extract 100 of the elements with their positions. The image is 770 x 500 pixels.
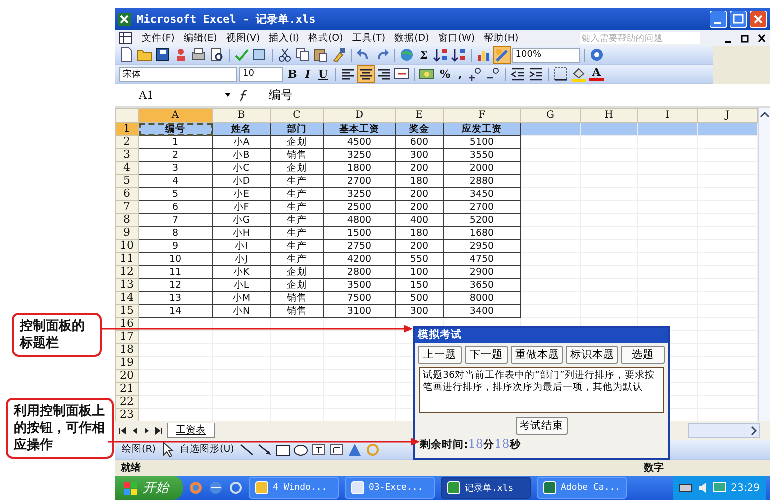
column-header[interactable]: A bbox=[138, 108, 212, 122]
menu-item[interactable]: 数据(D) bbox=[394, 32, 430, 44]
copy-icon[interactable] bbox=[295, 47, 311, 63]
fill-color-icon[interactable] bbox=[571, 66, 588, 82]
last-sheet-icon[interactable] bbox=[155, 426, 163, 434]
arrow-icon[interactable] bbox=[257, 442, 274, 458]
row-header[interactable]: 14 bbox=[116, 292, 138, 304]
menu-item[interactable]: 插入(I) bbox=[269, 32, 300, 44]
row-header[interactable]: 7 bbox=[116, 200, 138, 214]
end-exam-button[interactable]: 考试结束 bbox=[516, 417, 568, 435]
column-header[interactable]: B bbox=[212, 108, 270, 122]
cut-icon[interactable] bbox=[277, 47, 293, 63]
increase-decimal-icon[interactable] bbox=[467, 66, 484, 82]
row-header[interactable]: 3 bbox=[116, 148, 138, 162]
start-button[interactable]: 开始 bbox=[115, 476, 183, 500]
brush-icon[interactable] bbox=[331, 47, 347, 63]
autoshapes-menu[interactable]: 自选图形(U) bbox=[177, 443, 238, 456]
font-size-dropdown[interactable]: 10 bbox=[239, 66, 283, 82]
merge-center-icon[interactable] bbox=[394, 66, 410, 82]
row-header[interactable]: 8 bbox=[116, 214, 138, 226]
paste-icon[interactable] bbox=[313, 47, 329, 63]
row-header[interactable]: 5 bbox=[116, 174, 138, 188]
taskbar-button[interactable]: 记录单.xls bbox=[441, 477, 531, 499]
row-header[interactable]: 21 bbox=[116, 382, 138, 396]
name-box[interactable]: A1 bbox=[119, 88, 219, 102]
close-icon[interactable] bbox=[758, 32, 766, 44]
font-color-button[interactable]: A bbox=[589, 67, 604, 81]
row-header[interactable]: 4 bbox=[116, 162, 138, 174]
row-header[interactable]: 12 bbox=[116, 266, 138, 278]
print-icon[interactable] bbox=[191, 47, 207, 63]
font-dropdown[interactable]: 宋体 bbox=[119, 66, 237, 82]
line-icon[interactable] bbox=[239, 442, 256, 458]
row-header[interactable]: 13 bbox=[116, 278, 138, 292]
preview-icon[interactable] bbox=[209, 47, 225, 63]
decrease-indent-icon[interactable] bbox=[510, 66, 526, 82]
underline-button[interactable]: U bbox=[315, 68, 332, 80]
draw-menu[interactable]: 绘图(R) bbox=[119, 443, 160, 456]
row-header[interactable]: 2 bbox=[116, 136, 138, 148]
menu-item[interactable]: 帮助(H) bbox=[484, 32, 519, 44]
column-header[interactable]: C bbox=[270, 108, 324, 122]
horizontal-scrollbar[interactable] bbox=[688, 423, 760, 438]
function-icon[interactable] bbox=[237, 88, 249, 102]
sort-descending-icon[interactable] bbox=[450, 47, 467, 63]
column-header[interactable]: E bbox=[396, 108, 444, 122]
panel-button[interactable]: 下一题 bbox=[464, 346, 508, 364]
network-icon[interactable] bbox=[713, 481, 728, 495]
column-header[interactable]: G bbox=[520, 108, 580, 122]
borders-icon[interactable] bbox=[553, 66, 570, 82]
taskbar-button[interactable]: 4 Windo... bbox=[249, 477, 339, 499]
row-header[interactable]: 6 bbox=[116, 188, 138, 200]
row-header[interactable]: 23 bbox=[116, 408, 138, 422]
save-icon[interactable] bbox=[155, 47, 171, 63]
text-box-icon[interactable] bbox=[311, 442, 328, 458]
menu-item[interactable]: 文件(F) bbox=[142, 32, 175, 44]
row-header[interactable]: 9 bbox=[116, 226, 138, 240]
column-header[interactable]: I bbox=[638, 108, 698, 122]
row-header[interactable]: 19 bbox=[116, 356, 138, 370]
formula-field[interactable]: 编号 bbox=[269, 86, 293, 104]
workbook-icon[interactable] bbox=[119, 32, 133, 44]
percent-button[interactable]: % bbox=[437, 68, 454, 80]
row-header[interactable]: 1 bbox=[116, 122, 138, 136]
spellcheck-icon[interactable] bbox=[234, 47, 250, 63]
pointer-icon[interactable] bbox=[161, 442, 176, 458]
sheet-tab[interactable]: 工资表 bbox=[167, 423, 215, 438]
taskbar-button[interactable]: 03-Exce... bbox=[345, 477, 435, 499]
menu-item[interactable]: 窗口(W) bbox=[438, 32, 476, 44]
row-header[interactable]: 11 bbox=[116, 252, 138, 266]
vertical-text-box-icon[interactable] bbox=[329, 442, 346, 458]
italic-button[interactable]: I bbox=[302, 68, 314, 80]
maximize-icon[interactable] bbox=[730, 10, 747, 28]
zoom-dropdown[interactable]: 100% bbox=[512, 48, 580, 62]
panel-button[interactable]: 选题 bbox=[621, 346, 666, 364]
column-header[interactable]: D bbox=[324, 108, 396, 122]
scroll-right-icon[interactable] bbox=[749, 424, 759, 436]
menu-item[interactable]: 编辑(E) bbox=[184, 32, 218, 44]
comma-button[interactable]: , bbox=[456, 68, 466, 80]
panel-title-bar[interactable]: 模拟考试 bbox=[415, 328, 668, 343]
panel-button[interactable]: 重做本题 bbox=[511, 346, 564, 364]
menu-item[interactable]: 工具(T) bbox=[352, 32, 386, 44]
dropdown-arrow-icon[interactable] bbox=[225, 93, 231, 97]
row-header[interactable]: 10 bbox=[116, 240, 138, 252]
row-header[interactable]: 20 bbox=[116, 370, 138, 382]
previous-sheet-icon[interactable] bbox=[131, 426, 139, 434]
menu-item[interactable]: 格式(O) bbox=[308, 32, 344, 44]
row-header[interactable]: 15 bbox=[116, 304, 138, 318]
restore-icon[interactable] bbox=[741, 32, 749, 44]
row-header[interactable]: 17 bbox=[116, 330, 138, 344]
help-search-field[interactable]: 键入需要帮助的问题 bbox=[580, 32, 700, 44]
sort-ascending-icon[interactable] bbox=[432, 47, 449, 63]
align-center-icon[interactable] bbox=[358, 66, 374, 82]
menu-item[interactable]: 视图(V) bbox=[226, 32, 260, 44]
column-header[interactable]: F bbox=[444, 108, 520, 122]
bold-button[interactable]: B bbox=[285, 68, 300, 80]
next-sheet-icon[interactable] bbox=[143, 426, 151, 434]
increase-indent-icon[interactable] bbox=[528, 66, 544, 82]
row-header[interactable]: 18 bbox=[116, 344, 138, 356]
row-header[interactable]: 22 bbox=[116, 396, 138, 408]
sum-button[interactable]: Σ bbox=[417, 48, 431, 62]
column-header[interactable]: H bbox=[580, 108, 638, 122]
vertical-scrollbar[interactable] bbox=[758, 108, 770, 421]
